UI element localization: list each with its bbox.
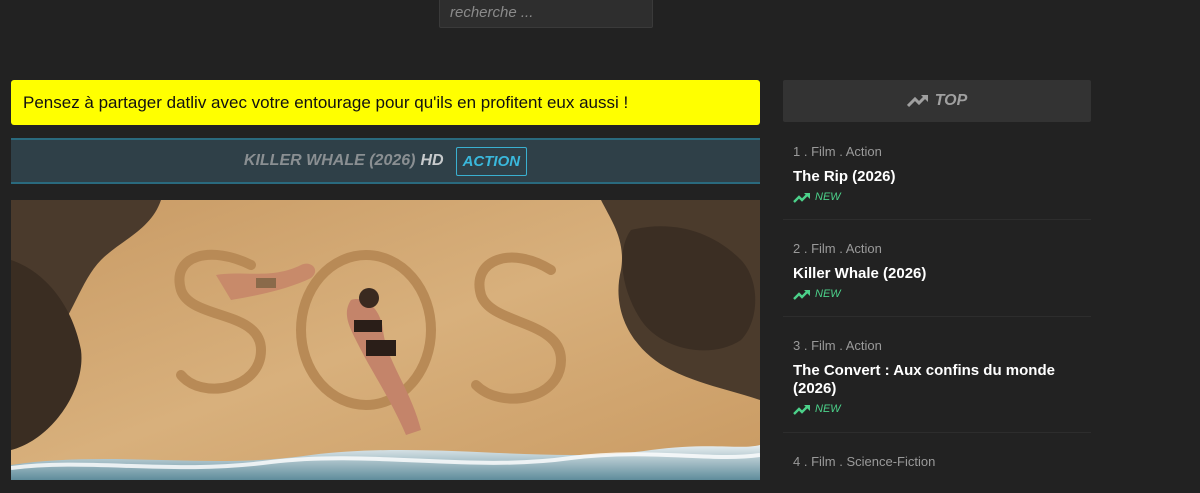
item-title[interactable]: The Convert : Aux confins du monde (2026… [793,362,1081,398]
movie-title-bar: KILLER WHALE (2026) HD ACTION [11,138,760,184]
list-item[interactable]: 2 . Film . Action Killer Whale (2026) NE… [783,220,1091,317]
search-input[interactable] [439,0,653,28]
top-header-label: TOP [934,92,968,109]
movie-title: KILLER WHALE (2026) [243,152,416,169]
item-meta: 3 . Film . Action [793,338,882,353]
quality-label: HD [420,152,444,169]
trending-up-icon [906,94,928,108]
new-label: NEW [815,288,841,300]
item-meta: 2 . Film . Action [793,241,882,256]
share-notice: Pensez à partager datliv avec votre ento… [11,80,760,125]
trending-up-icon [793,404,810,415]
new-label: NEW [815,403,841,415]
trending-up-icon [793,192,810,203]
top-header: TOP [783,80,1091,122]
movie-poster [11,200,760,480]
new-badge: NEW [793,288,1081,300]
list-item[interactable]: 1 . Film . Action The Rip (2026) NEW [783,142,1091,220]
list-item[interactable]: 3 . Film . Action The Convert : Aux conf… [783,317,1091,433]
new-badge: NEW [793,403,1081,415]
trending-up-icon [793,289,810,300]
new-badge: NEW [793,191,1081,203]
genre-link[interactable]: ACTION [455,146,528,176]
item-meta: 4 . Film . Science-Fiction [793,454,936,469]
item-meta: 1 . Film . Action [793,144,882,159]
item-title[interactable]: The Rip (2026) [793,168,1081,186]
top-list: 1 . Film . Action The Rip (2026) NEW 2 .… [783,142,1091,493]
top-sidebar: TOP 1 . Film . Action The Rip (2026) NEW… [783,80,1091,469]
item-title[interactable]: Killer Whale (2026) [793,265,1081,283]
list-item[interactable]: 4 . Film . Science-Fiction [783,433,1091,493]
new-label: NEW [815,191,841,203]
